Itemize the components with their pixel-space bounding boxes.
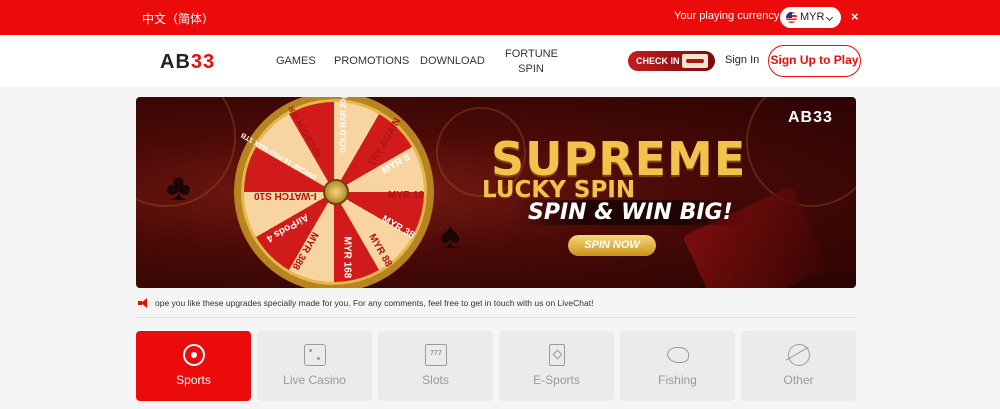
slot-machine-icon: 777	[425, 344, 447, 366]
category-live-casino[interactable]: Live Casino	[257, 331, 372, 401]
banner-logo: AB33	[788, 109, 833, 126]
category-label: Fishing	[658, 373, 697, 387]
top-bar: 中文（简体） Your playing currency MYR ×	[0, 0, 1000, 35]
close-icon[interactable]: ×	[851, 9, 859, 24]
category-label: Slots	[422, 373, 449, 387]
category-slots[interactable]: 777 Slots	[378, 331, 493, 401]
card-icon	[549, 344, 565, 366]
nav-download[interactable]: DOWNLOAD	[420, 55, 485, 67]
spin-now-button[interactable]: SPIN NOW	[568, 235, 656, 256]
nav-games[interactable]: GAMES	[276, 55, 316, 67]
category-fishing[interactable]: Fishing	[620, 331, 735, 401]
nav-fortune-spin[interactable]: FORTUNE SPIN	[505, 47, 558, 77]
malaysia-flag-icon	[786, 12, 797, 23]
announcement-bar: ope you like these upgrades specially ma…	[136, 292, 856, 318]
wheel-hub	[323, 179, 349, 205]
check-in-button[interactable]: CHECK IN	[628, 51, 715, 71]
megaphone-icon	[138, 298, 149, 308]
language-selector[interactable]: 中文（简体）	[142, 10, 214, 27]
soccer-ball-icon	[183, 344, 205, 366]
nav-promotions[interactable]: PROMOTIONS	[334, 55, 409, 67]
category-label: Other	[783, 373, 814, 387]
wheel-label: GOLD BAR 20g	[338, 97, 348, 153]
wheel-label: I-WATCH S10	[254, 190, 317, 201]
currency-value: MYR	[800, 11, 825, 23]
currency-label: Your playing currency	[674, 10, 780, 22]
category-label: E-Sports	[533, 373, 580, 387]
nav-fortune-line1: FORTUNE	[505, 48, 558, 60]
sign-in-link[interactable]: Sign In	[725, 54, 759, 66]
announcement-text: ope you like these upgrades specially ma…	[155, 298, 594, 308]
wheel-label: MYR 168	[341, 236, 353, 279]
spade-icon: ♠	[440, 215, 461, 257]
logo-text: AB	[160, 51, 191, 73]
banner-tagline: SPIN & WIN BIG!	[514, 200, 747, 225]
calendar-icon	[682, 54, 708, 68]
promo-banner[interactable]: TRY AGAIN MYR 8 MYR 18 MYR 38 MYR 88 MYR…	[136, 97, 856, 288]
planet-icon	[788, 344, 810, 366]
category-e-sports[interactable]: E-Sports	[499, 331, 614, 401]
category-label: Live Casino	[283, 373, 346, 387]
dice-icon	[304, 344, 326, 366]
currency-select[interactable]: MYR	[780, 7, 841, 28]
nav-fortune-line2: SPIN	[518, 63, 544, 75]
fish-icon	[667, 347, 689, 363]
category-other[interactable]: Other	[741, 331, 856, 401]
wheel-label: MYR 18	[388, 190, 425, 201]
sign-up-button[interactable]: Sign Up to Play	[768, 45, 861, 77]
site-logo[interactable]: AB33	[160, 51, 215, 74]
club-icon: ♣	[166, 167, 191, 209]
chevron-down-icon	[825, 13, 834, 22]
check-in-label: CHECK IN	[636, 56, 680, 66]
category-label: Sports	[176, 373, 211, 387]
main-header: AB33 GAMES PROMOTIONS DOWNLOAD FORTUNE S…	[0, 35, 1000, 87]
logo-number: 33	[190, 51, 216, 73]
category-sports[interactable]: Sports	[136, 331, 251, 401]
